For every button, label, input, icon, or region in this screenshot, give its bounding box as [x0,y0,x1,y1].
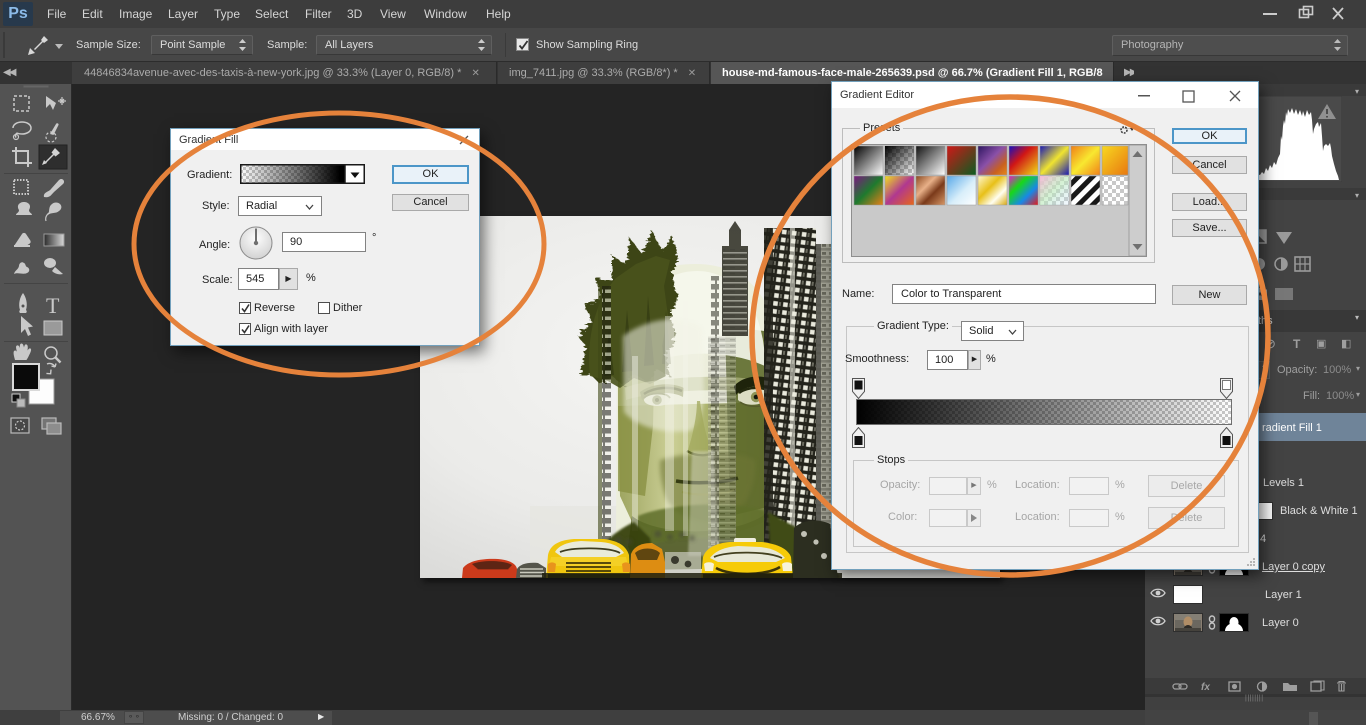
svg-text:T: T [46,293,60,318]
svg-text:fx: fx [1201,682,1210,693]
